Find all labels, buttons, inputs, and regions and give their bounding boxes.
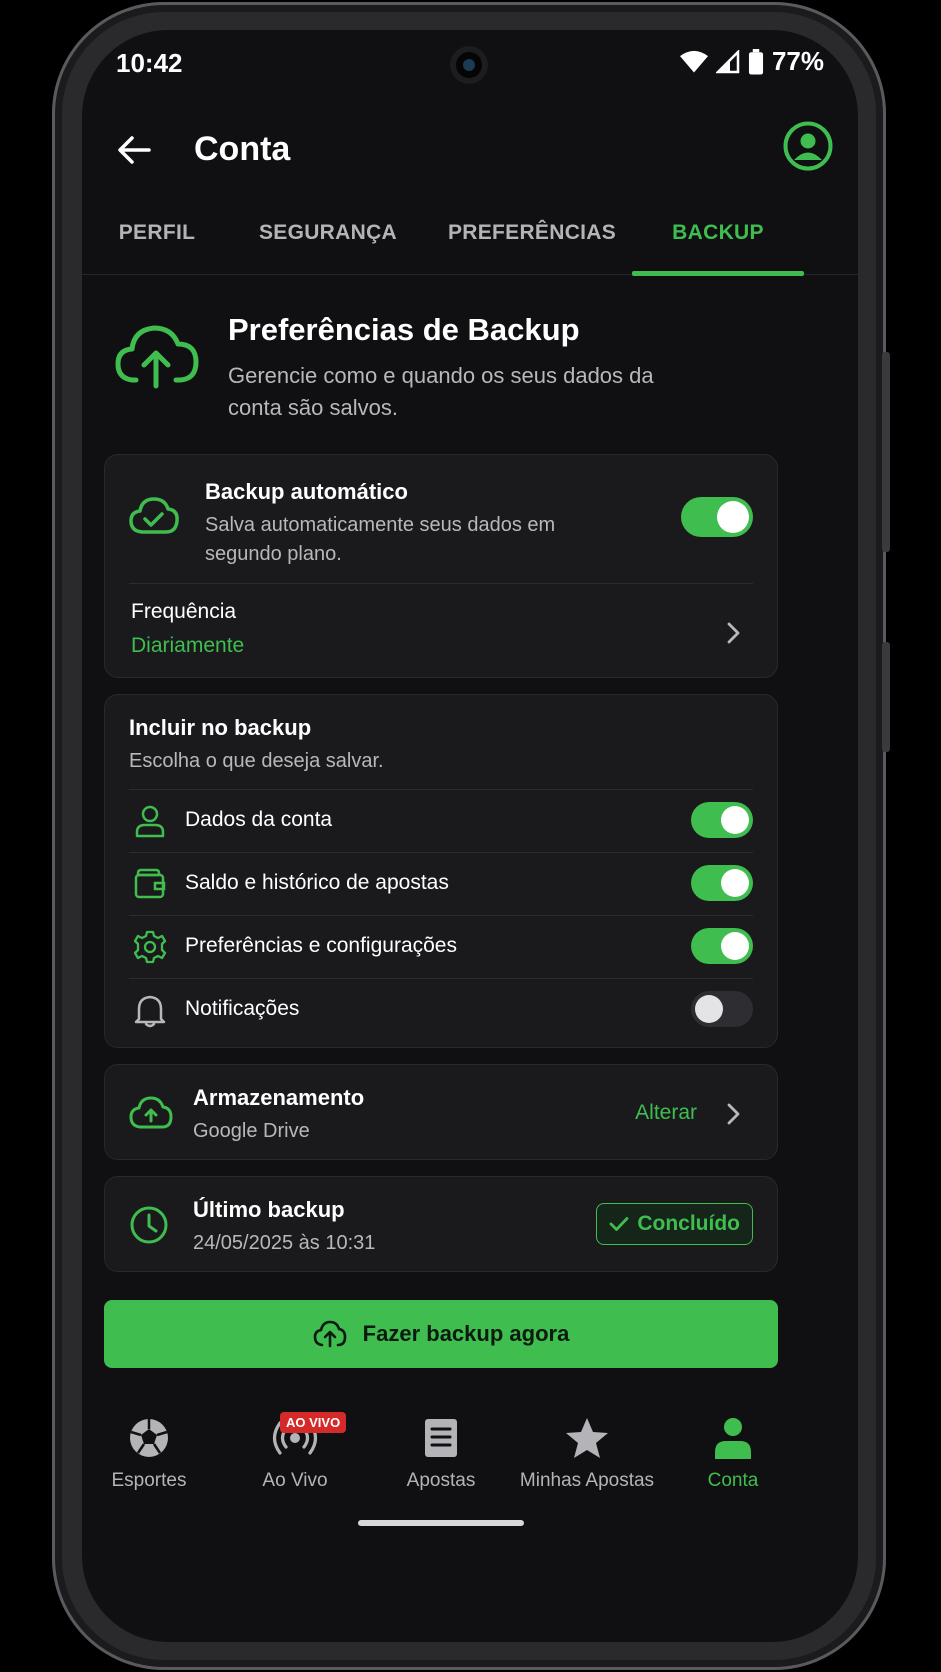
- status-time: 10:42: [116, 48, 183, 78]
- storage-card[interactable]: Armazenamento Google Drive Alterar: [104, 1064, 778, 1160]
- soccer-ball-icon: [130, 1419, 168, 1457]
- storage-value: Google Drive: [193, 1120, 310, 1142]
- toggle-knob: [721, 806, 749, 834]
- auto-backup-title: Backup automático: [205, 479, 408, 504]
- storage-change-link[interactable]: Alterar: [635, 1101, 697, 1125]
- check-icon: [609, 1217, 629, 1231]
- status-badge-label: Concluído: [637, 1212, 740, 1235]
- tab-label: BACKUP: [672, 221, 764, 244]
- app-bar: Conta: [82, 110, 858, 220]
- include-item-label: Preferências e configurações: [185, 934, 457, 957]
- include-item-notifications[interactable]: Notificações: [105, 979, 777, 1041]
- tab-label: PERFIL: [118, 221, 196, 244]
- include-backup-card: Incluir no backup Escolha o que deseja s…: [104, 694, 778, 1048]
- storage-title: Armazenamento: [193, 1085, 365, 1110]
- nav-minhas-apostas[interactable]: Minhas Apostas: [502, 1416, 672, 1492]
- page-title: Conta: [194, 130, 291, 168]
- include-title: Incluir no backup: [129, 715, 312, 740]
- back-button[interactable]: [108, 124, 160, 176]
- backup-now-button[interactable]: Fazer backup agora: [104, 1300, 778, 1368]
- include-item-balance[interactable]: Saldo e histórico de apostas: [105, 853, 777, 915]
- cell-signal-icon: [715, 49, 740, 73]
- frequency-value: Diariamente: [131, 634, 245, 657]
- battery-icon: [748, 48, 763, 74]
- backup-now-label: Fazer backup agora: [362, 1321, 570, 1346]
- frequency-row[interactable]: Frequência Diariamente: [105, 584, 777, 678]
- power-button: [882, 352, 890, 552]
- cloud-upload-icon: [115, 325, 199, 389]
- nav-label: Minhas Apostas: [519, 1470, 655, 1491]
- chevron-right-icon: [727, 1103, 740, 1125]
- account-circle-icon: [783, 121, 833, 171]
- status-icons: 77%: [679, 46, 824, 77]
- volume-button: [882, 642, 890, 752]
- toggle-knob: [717, 501, 749, 533]
- clock-icon: [130, 1206, 168, 1244]
- nav-label: Ao Vivo: [262, 1470, 328, 1491]
- person-icon: [135, 805, 165, 838]
- tab-label: SEGURANÇA: [258, 221, 398, 244]
- last-backup-value: 24/05/2025 às 10:31: [193, 1232, 376, 1254]
- tab-seguranca[interactable]: SEGURANÇA: [240, 215, 416, 275]
- auto-backup-card: Backup automático Salva automaticamente …: [104, 454, 778, 678]
- toggle-knob: [721, 869, 749, 897]
- preferences-settings-toggle[interactable]: [691, 928, 753, 964]
- wifi-icon: [679, 50, 708, 72]
- cloud-upload-icon: [129, 1096, 173, 1129]
- section-subtitle: Gerencie como e quando os seus dados da …: [228, 363, 654, 420]
- star-icon: [566, 1418, 608, 1458]
- status-badge: Concluído: [596, 1203, 753, 1245]
- last-backup-title: Último backup: [193, 1197, 345, 1222]
- gear-icon: [133, 930, 167, 964]
- section-title: Preferências de Backup: [228, 312, 580, 347]
- auto-backup-subtitle: Salva automaticamente seus dados em segu…: [205, 514, 556, 565]
- tab-perfil[interactable]: PERFIL: [92, 215, 222, 275]
- include-item-label: Saldo e histórico de apostas: [185, 871, 449, 894]
- nav-label: Esportes: [111, 1470, 187, 1491]
- status-bar: 10:42 77%: [82, 30, 858, 100]
- person-icon: [715, 1418, 751, 1459]
- tab-bar: PERFIL SEGURANÇA PREFERÊNCIAS BACKUP: [82, 215, 858, 276]
- tab-indicator: [632, 271, 804, 276]
- tab-label: PREFERÊNCIAS: [447, 221, 617, 244]
- include-item-preferences[interactable]: Preferências e configurações: [105, 916, 777, 978]
- account-data-toggle[interactable]: [691, 802, 753, 838]
- ticket-icon: [425, 1419, 457, 1457]
- profile-avatar-button[interactable]: [782, 120, 834, 172]
- arrow-left-icon: [118, 136, 151, 164]
- balance-history-toggle[interactable]: [691, 865, 753, 901]
- cloud-check-icon: [127, 493, 181, 539]
- frequency-label: Frequência: [131, 600, 237, 623]
- nav-conta[interactable]: Conta: [658, 1416, 808, 1492]
- chevron-right-icon: [727, 622, 740, 644]
- live-badge: AO VIVO: [280, 1412, 347, 1433]
- nav-label: Apostas: [406, 1470, 476, 1491]
- section-header: Preferências de Backup Gerencie como e q…: [114, 312, 814, 432]
- include-item-label: Dados da conta: [185, 808, 333, 831]
- cloud-upload-icon: [313, 1320, 346, 1348]
- notifications-toggle[interactable]: [691, 991, 753, 1027]
- bell-icon: [134, 995, 166, 1028]
- battery-percent: 77%: [771, 46, 824, 76]
- last-backup-card: Último backup 24/05/2025 às 10:31 Conclu…: [104, 1176, 778, 1272]
- nav-label: Conta: [707, 1470, 759, 1491]
- toggle-knob: [721, 932, 749, 960]
- wallet-icon: [134, 868, 166, 899]
- include-item-account[interactable]: Dados da conta: [105, 790, 777, 852]
- auto-backup-toggle[interactable]: [681, 497, 753, 537]
- bottom-nav: Esportes Ao Vivo AO VIVO Apostas Minhas …: [82, 1400, 858, 1520]
- front-camera: [450, 46, 488, 84]
- tab-preferencias[interactable]: PREFERÊNCIAS: [432, 215, 632, 275]
- include-item-label: Notificações: [185, 997, 300, 1020]
- home-indicator[interactable]: [358, 1520, 524, 1526]
- include-subtitle: Escolha o que deseja salvar.: [129, 750, 384, 772]
- app-screen: 10:42 77% Conta PERFIL SEGURANÇA PREFERÊ…: [82, 30, 858, 1642]
- tab-backup[interactable]: BACKUP: [632, 215, 804, 275]
- nav-esportes[interactable]: Esportes: [82, 1416, 224, 1492]
- toggle-knob: [695, 995, 723, 1023]
- nav-apostas[interactable]: Apostas: [366, 1416, 516, 1492]
